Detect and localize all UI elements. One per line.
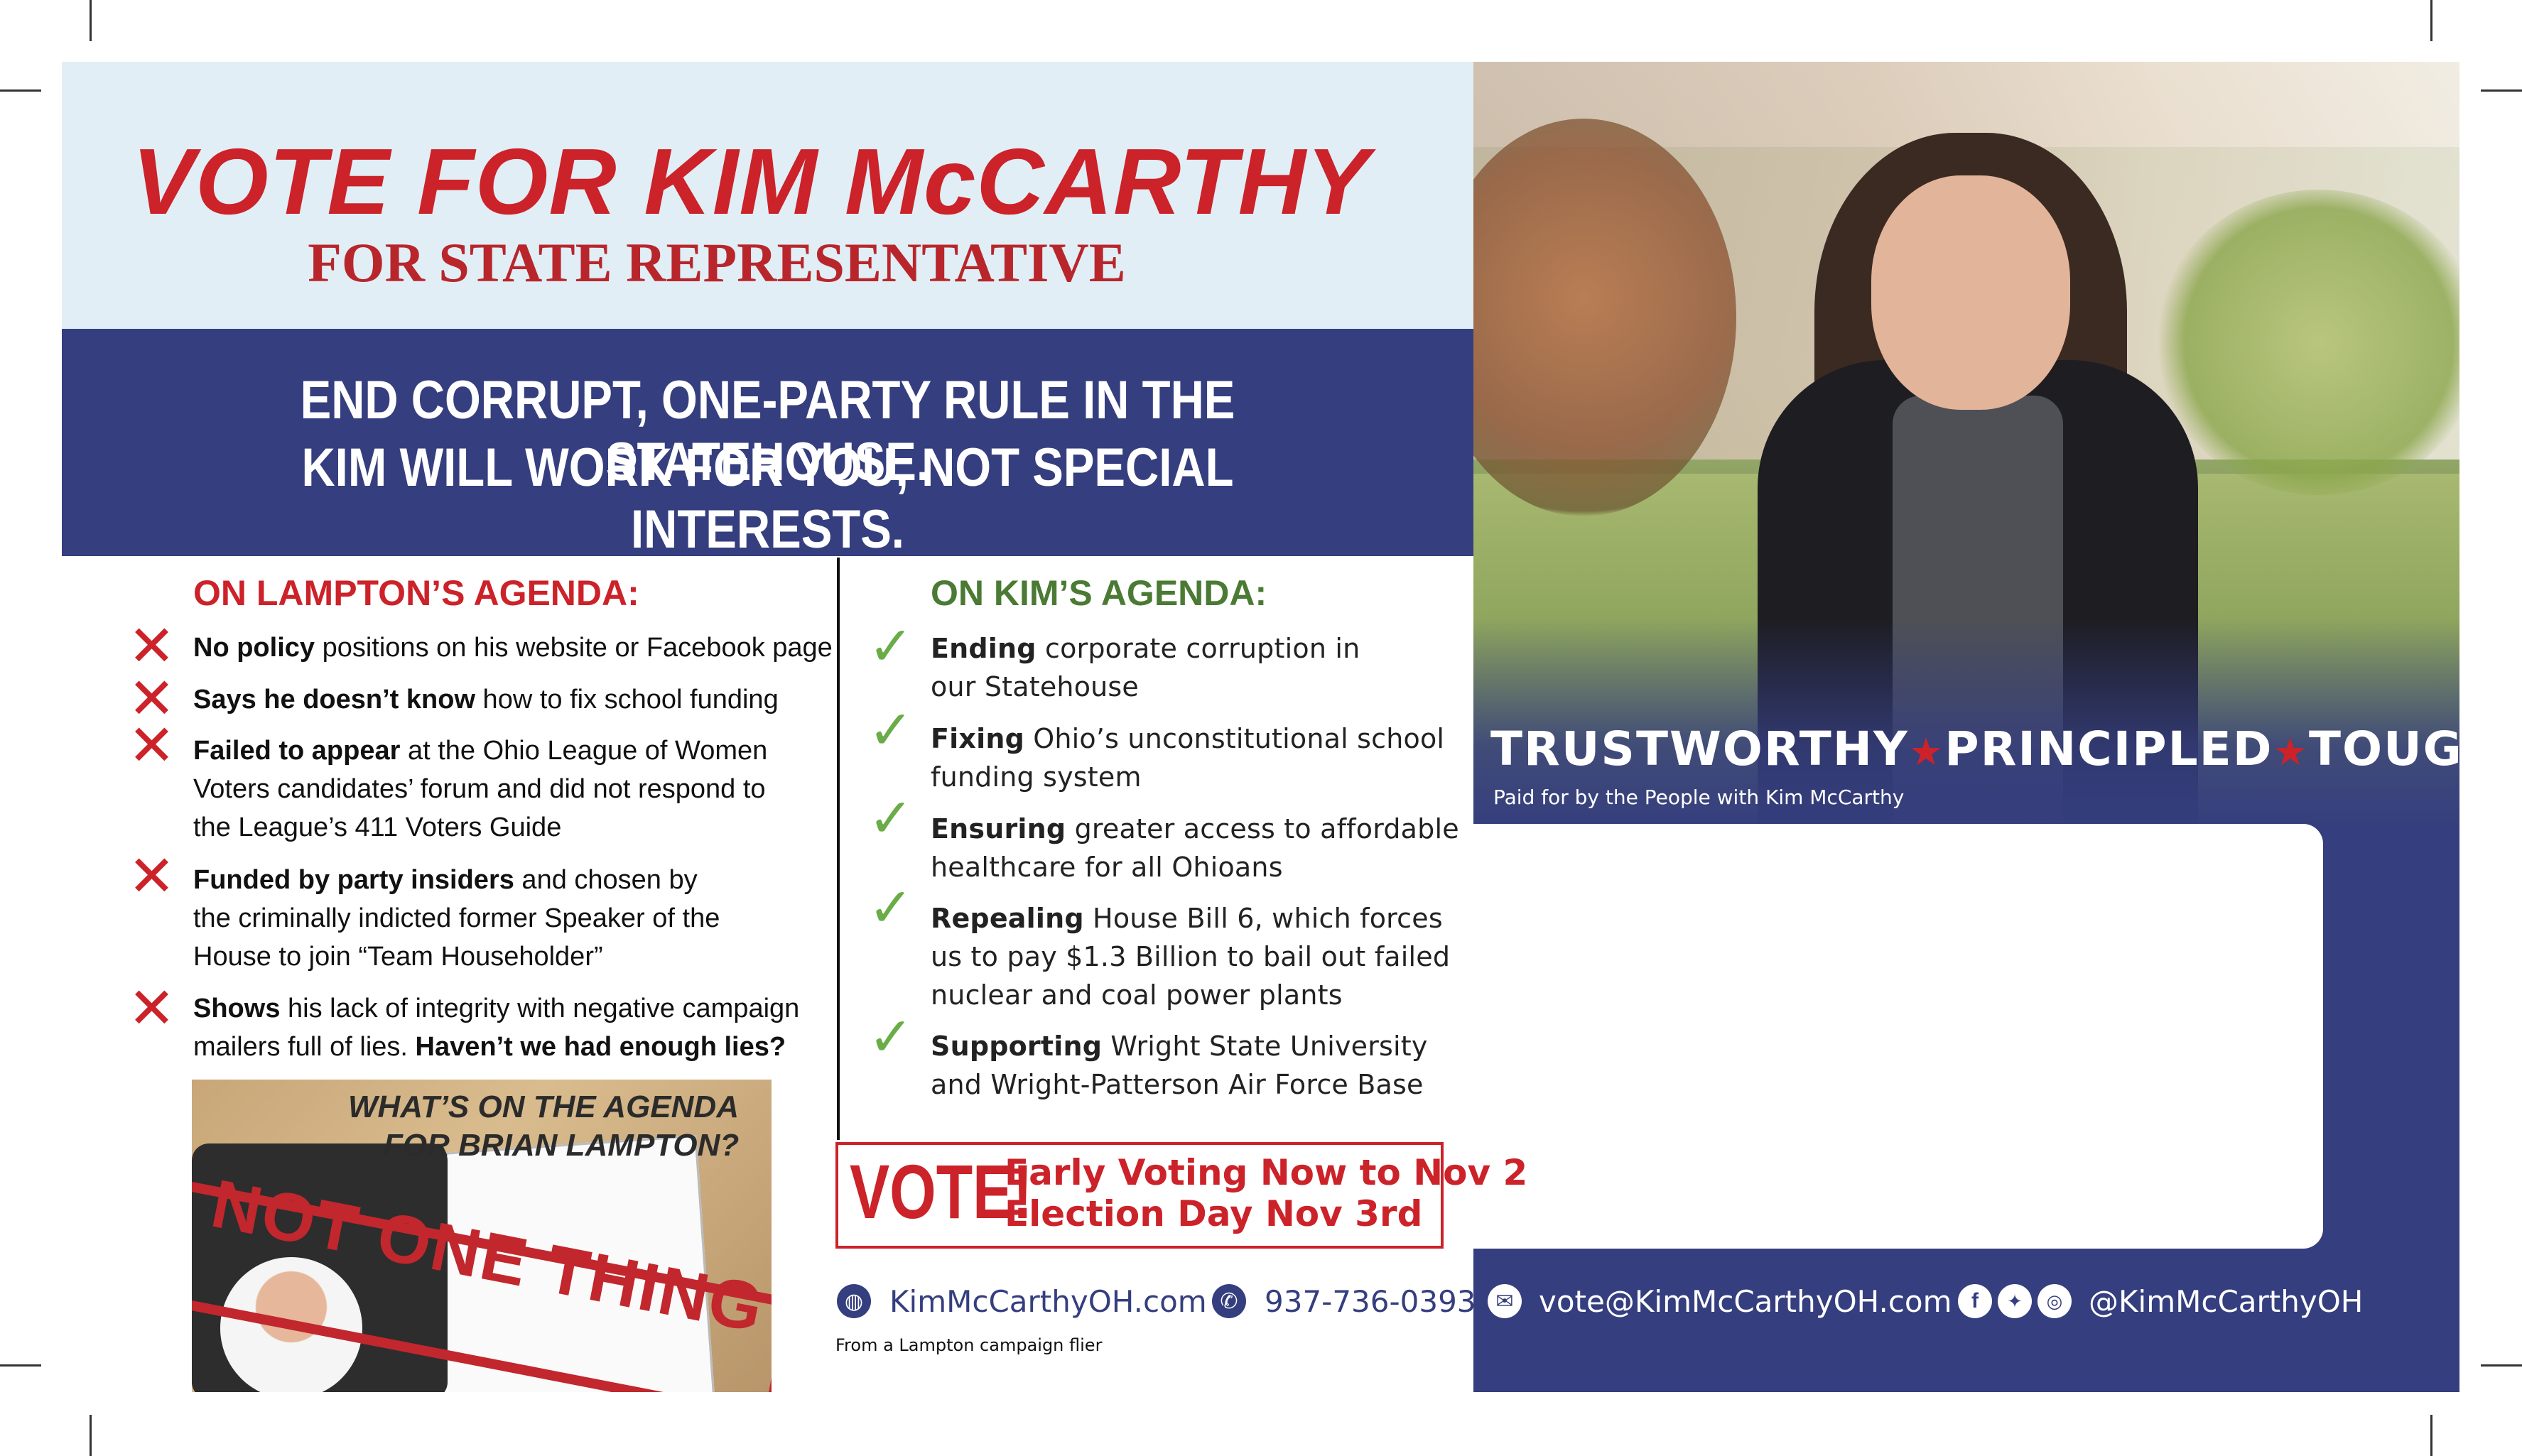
lampton-item: Says he doesn’t know how to fix school f… [193,685,779,715]
check-mark-icon: ✓ [868,614,914,678]
x-mark-icon: ✕ [128,975,176,1041]
kim-agenda-title: ON KIM’S AGENDA: [931,573,1267,613]
column-divider [837,558,840,1140]
flier-title-line-1: WHAT’S ON THE AGENDA [348,1090,739,1124]
social-handle[interactable]: @KimMcCarthyOH [2089,1284,2363,1319]
kim-item: Ending corporate corruption in our State… [931,633,1360,702]
trait-trustworthy: TRUSTWORTHY [1490,722,1909,776]
twitter-icon[interactable]: ✦ [1998,1284,2032,1318]
x-mark-icon: ✕ [128,843,176,909]
crop-mark [90,0,92,41]
check-mark-icon: ✓ [868,1005,914,1068]
flier-caption: From a Lampton campaign flier [835,1335,1103,1355]
crop-mark [2481,89,2522,92]
address-box [1473,824,2323,1249]
star-icon: ★ [1908,729,1945,774]
paid-for-disclaimer: Paid for by the People with Kim McCarthy [1493,786,1905,809]
candidate-face [1871,175,2070,410]
subheadline: FOR STATE REPRESENTATIVE [308,232,1126,293]
email-link[interactable]: vote@KimMcCarthyOH.com [1539,1284,1952,1319]
crop-mark [2430,0,2432,41]
election-day-text: Election Day Nov 3rd [1005,1193,1423,1234]
check-mark-icon: ✓ [868,786,914,849]
phone-icon: ✆ [1212,1284,1246,1318]
lampton-flier-image: WHAT’S ON THE AGENDA FOR BRIAN LAMPTON? … [192,1080,772,1392]
instagram-icon[interactable]: ◎ [2037,1284,2072,1318]
kim-item: Supporting Wright State University and W… [931,1031,1428,1100]
star-icon: ★ [2273,729,2309,774]
kim-item: Ensuring greater access to affordable he… [931,813,1459,883]
check-mark-icon: ✓ [868,698,914,761]
lampton-item: No policy positions on his website or Fa… [193,633,833,663]
trait-principled: PRINCIPLED [1944,722,2273,776]
headline: VOTE FOR KIM McCARTHY [132,129,1370,234]
lampton-item: Failed to appear at the Ohio League of W… [193,736,768,842]
crop-mark [0,89,41,92]
crop-mark [2481,1364,2522,1367]
traits-line: TRUSTWORTHY★PRINCIPLED★TOUGH [1490,722,2504,776]
early-voting-text: Early Voting Now to Nov 2 [1005,1152,1528,1193]
slogan-line-2: KIM WILL WORK FOR YOU, NOT SPECIAL INTER… [301,438,1234,560]
crop-mark [2430,1415,2432,1456]
kim-item: Fixing Ohio’s unconstitutional school fu… [931,723,1445,793]
lampton-item: Funded by party insiders and chosen by t… [193,865,720,972]
lampton-agenda-title: ON LAMPTON’S AGENDA: [193,573,639,613]
kim-item: Repealing House Bill 6, which forces us … [931,903,1451,1011]
globe-icon: ◍ [837,1284,871,1318]
x-mark-icon: ✕ [128,712,176,778]
facebook-icon[interactable]: f [1958,1284,1992,1318]
email-icon: ✉ [1488,1284,1522,1318]
crop-mark [90,1415,92,1456]
trait-tough: TOUGH [2308,722,2504,776]
check-mark-icon: ✓ [868,876,914,939]
phone-number[interactable]: 937-736-0393 [1265,1284,1476,1319]
crop-mark [0,1364,41,1367]
lampton-item: Shows his lack of integrity with negativ… [193,994,800,1062]
flier-title-line-2: FOR BRIAN LAMPTON? [384,1128,740,1163]
website-link[interactable]: KimMcCarthyOH.com [889,1284,1207,1319]
